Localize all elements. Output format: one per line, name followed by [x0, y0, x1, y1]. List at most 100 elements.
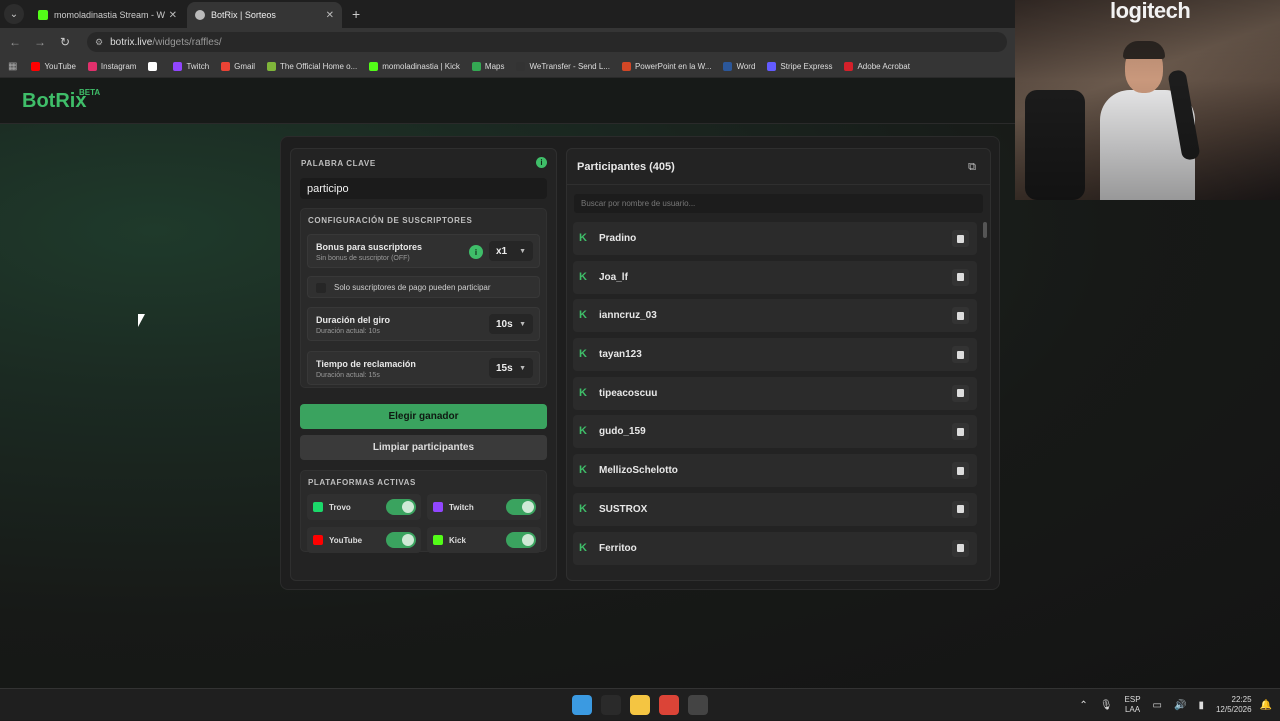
- platform-name: Twitch: [449, 502, 474, 512]
- participant-name: tayan123: [599, 349, 642, 361]
- bookmark-item[interactable]: Twitch: [173, 62, 209, 71]
- participant-list: K Pradino K Joa_lf Kianncruz_03 Ktayan123 Ktip…: [573, 222, 977, 574]
- bookmark-icon: [369, 62, 379, 71]
- bookmark-item[interactable]: [148, 62, 161, 71]
- kick-icon: K: [579, 425, 587, 438]
- bookmark-item[interactable]: The Official Home o...: [267, 62, 357, 71]
- trash-icon: [957, 311, 964, 320]
- participant-row: Ktipeacoscuu: [573, 376, 977, 410]
- participant-row: K MellizoSchelotto: [573, 454, 977, 488]
- forward-icon[interactable]: →: [30, 35, 50, 49]
- bookmark-item[interactable]: YouTube: [31, 62, 76, 71]
- botrix-logo[interactable]: BotRix BETA: [22, 88, 100, 113]
- participant-search-input[interactable]: [574, 194, 983, 213]
- keyword-info-icon[interactable]: i: [536, 157, 547, 168]
- chrome-icon[interactable]: [659, 695, 679, 715]
- close-tab-icon[interactable]: ✕: [326, 10, 334, 21]
- microphone-icon[interactable]: 🎙: [1100, 700, 1113, 711]
- pick-winner-button[interactable]: Elegir ganador: [300, 404, 547, 429]
- delete-participant-icon[interactable]: [952, 423, 969, 441]
- bookmark-item[interactable]: PowerPoint en la W...: [621, 62, 712, 71]
- kick-icon: K: [579, 309, 587, 322]
- obs-icon[interactable]: [688, 695, 708, 715]
- bookmark-label: Twitch: [186, 62, 210, 71]
- back-icon[interactable]: ←: [5, 35, 25, 49]
- copy-icon[interactable]: ⧉: [964, 159, 980, 175]
- browser-tab-botrix[interactable]: BotRix | Sorteos ✕: [187, 2, 342, 28]
- search-icon[interactable]: [601, 695, 621, 715]
- participants-panel: Participantes (405) ⧉ K Pradino K Joa_lf Kia…: [566, 148, 991, 581]
- tab-search-icon[interactable]: ⌄: [4, 4, 24, 24]
- chevron-up-icon[interactable]: ⌃: [1079, 700, 1087, 711]
- kick-favicon-icon: [38, 10, 48, 20]
- paid-only-row[interactable]: Solo suscriptores de pago pueden partici…: [307, 276, 540, 298]
- bookmark-item[interactable]: momoladinastia | Kick: [369, 62, 460, 71]
- tab-title: BotRix | Sorteos: [211, 10, 276, 20]
- notifications-icon[interactable]: 🔔: [1260, 700, 1272, 711]
- delete-participant-icon[interactable]: [952, 384, 969, 402]
- scrollbar-thumb[interactable]: [983, 222, 987, 238]
- platform-trovo: Trovo: [307, 494, 421, 520]
- bookmark-icon: [471, 62, 481, 71]
- bonus-multiplier-select[interactable]: x1 ▼: [489, 241, 533, 261]
- logitech-logo: logitech: [1110, 0, 1191, 23]
- trovo-toggle[interactable]: [386, 499, 416, 515]
- delete-participant-icon[interactable]: [952, 230, 969, 247]
- delete-participant-icon[interactable]: [952, 268, 969, 286]
- clock-time: 22:25: [1231, 695, 1252, 704]
- participants-title: Participantes (405): [577, 161, 675, 173]
- twitch-toggle[interactable]: [506, 499, 536, 515]
- bookmark-item[interactable]: Stripe Express: [767, 62, 832, 71]
- claim-time-select[interactable]: 15s ▼: [489, 358, 533, 378]
- delete-participant-icon[interactable]: [952, 462, 969, 480]
- participant-name: Joa_lf: [599, 271, 628, 283]
- browser-tab-kick[interactable]: momoladinastia Stream - Watch ✕: [30, 2, 185, 28]
- close-tab-icon[interactable]: ✕: [169, 10, 177, 21]
- windows-taskbar: ⌃ 🎙 ESP LAA ▭ 🔊 ▮ 22:25 12/5/2026 🔔: [0, 688, 1280, 720]
- bookmark-item[interactable]: Instagram: [87, 62, 136, 71]
- delete-participant-icon[interactable]: [952, 500, 969, 518]
- bookmark-item[interactable]: Adobe Acrobat: [844, 62, 910, 71]
- apps-grid-icon[interactable]: ▦: [8, 61, 17, 72]
- delete-participant-icon[interactable]: [952, 307, 969, 325]
- paid-only-checkbox[interactable]: [316, 283, 326, 293]
- new-tab-icon[interactable]: +: [352, 6, 360, 22]
- participant-list-scrollbar[interactable]: [983, 222, 987, 574]
- bookmark-icon: [148, 62, 158, 71]
- bookmark-label: momoladinastia | Kick: [382, 62, 460, 71]
- youtube-toggle[interactable]: [386, 532, 416, 548]
- bookmark-item[interactable]: WeTransfer - Send L...: [516, 62, 610, 71]
- delete-participant-icon[interactable]: [952, 346, 969, 364]
- kick-icon: K: [579, 502, 587, 515]
- delete-participant-icon[interactable]: [952, 539, 969, 557]
- bookmark-item[interactable]: Gmail: [221, 62, 255, 71]
- bookmark-item[interactable]: Maps: [471, 62, 504, 71]
- address-bar[interactable]: ⚙ botrix.live/widgets/raffles/: [87, 32, 1007, 52]
- spin-duration-select[interactable]: 10s ▼: [489, 314, 533, 334]
- paid-only-label: Solo suscriptores de pago pueden partici…: [334, 283, 491, 292]
- bookmark-icon: [267, 62, 277, 71]
- site-info-icon[interactable]: ⚙: [95, 37, 103, 48]
- clear-participants-button[interactable]: Limpiar participantes: [300, 435, 547, 460]
- platform-name: Trovo: [329, 502, 351, 512]
- bonus-info-icon[interactable]: i: [469, 245, 483, 259]
- trash-icon: [957, 544, 964, 552]
- bonus-title: Bonus para suscriptores: [316, 242, 423, 252]
- bookmark-label: PowerPoint en la W...: [634, 62, 712, 71]
- battery-icon[interactable]: ▮: [1198, 700, 1204, 711]
- language-indicator[interactable]: ESP LAA: [1125, 695, 1141, 715]
- bookmark-icon: [173, 62, 183, 71]
- kick-icon: K: [579, 270, 587, 283]
- clock[interactable]: 22:25 12/5/2026: [1216, 695, 1252, 715]
- reload-icon[interactable]: ↻: [55, 35, 75, 49]
- trovo-icon: [313, 502, 323, 512]
- kick-toggle[interactable]: [506, 532, 536, 548]
- volume-icon[interactable]: 🔊: [1174, 700, 1186, 711]
- network-icon[interactable]: ▭: [1153, 700, 1162, 711]
- start-icon[interactable]: [572, 695, 592, 715]
- file-explorer-icon[interactable]: [630, 695, 650, 715]
- participant-name: gudo_159: [599, 426, 646, 438]
- participant-name: Ferritoo: [599, 542, 637, 554]
- bookmark-item[interactable]: Word: [723, 62, 755, 71]
- keyword-input[interactable]: [300, 178, 547, 199]
